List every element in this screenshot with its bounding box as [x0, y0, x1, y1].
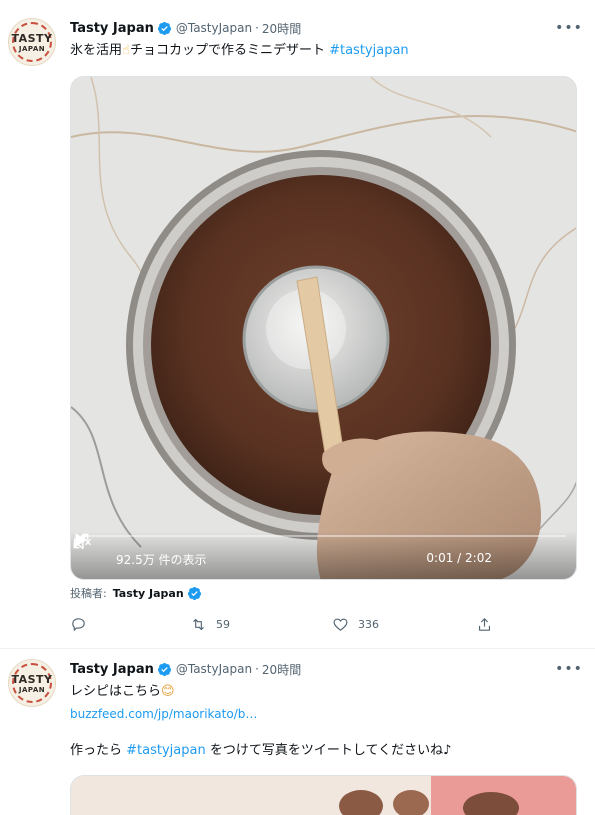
tweet-text-part: レシピはこちら: [70, 684, 162, 699]
like-count: 336: [358, 617, 379, 631]
verified-badge-icon: [157, 21, 171, 35]
video-player[interactable]: 92.5万 件の表示 0:01 / 2:02: [70, 76, 577, 580]
tweet-text-part: チョコカップで作るミニデザート: [129, 43, 325, 58]
hashtag-link[interactable]: #tastyjapan: [126, 743, 206, 758]
timestamp[interactable]: 20時間: [262, 661, 301, 678]
smiling-emoji: 😊: [161, 684, 175, 699]
tweet-text-part: をつけて写真をツイートしてくださいね♪: [209, 743, 452, 758]
tweet-text-part: 作ったら: [70, 743, 123, 758]
more-icon[interactable]: •••: [555, 18, 582, 38]
media-preview-image: [71, 776, 576, 815]
tweet-link-line: buzzfeed.com/jp/maorikato/b…: [70, 704, 257, 724]
video-frame: [71, 77, 576, 579]
share-button[interactable]: [476, 612, 502, 636]
view-count: 92.5万 件の表示: [116, 553, 207, 567]
video-controls: 92.5万 件の表示 0:01 / 2:02: [71, 531, 576, 579]
like-button[interactable]: 336: [332, 612, 379, 636]
handle[interactable]: @TastyJapan: [176, 21, 252, 35]
avatar[interactable]: TASTY JAPAN: [8, 18, 56, 66]
tweet-text: 氷を活用☝チョコカップで作るミニデザート #tastyjapan: [70, 41, 409, 61]
tweet-text-part: 氷を活用: [70, 43, 123, 58]
tweet-header: Tasty Japan @TastyJapan · 20時間: [70, 18, 301, 38]
verified-badge-icon: [157, 662, 171, 676]
video-time: 0:01 / 2:02: [426, 551, 492, 565]
display-name[interactable]: Tasty Japan: [70, 662, 154, 677]
hashtag-link[interactable]: #tastyjapan: [329, 43, 409, 58]
separator: ·: [255, 662, 259, 676]
tweet[interactable]: TASTY JAPAN Tasty Japan @TastyJapan · 20…: [0, 0, 595, 649]
more-icon[interactable]: •••: [555, 659, 582, 679]
pointing-up-emoji: ☝: [122, 43, 130, 58]
handle[interactable]: @TastyJapan: [176, 662, 252, 676]
like-icon: [333, 618, 348, 631]
display-name[interactable]: Tasty Japan: [70, 21, 154, 36]
tweet-text-line: レシピはこちら😊: [70, 682, 175, 702]
avatar[interactable]: TASTY JAPAN: [8, 659, 56, 707]
share-icon: [478, 617, 491, 631]
timestamp[interactable]: 20時間: [262, 20, 301, 37]
tweet-header: Tasty Japan @TastyJapan · 20時間: [70, 659, 301, 679]
byline-label: 投稿者:: [70, 587, 107, 600]
separator: ·: [255, 21, 259, 35]
fullscreen-icon[interactable]: [71, 531, 91, 551]
tweet-actions: 59 336: [70, 612, 510, 636]
avatar-logo-text: TASTY: [11, 32, 53, 45]
tweet-text-line: 作ったら #tastyjapan をつけて写真をツイートしてくださいね♪: [70, 741, 451, 761]
avatar-logo-text: TASTY: [11, 673, 53, 686]
avatar-logo-subtext: JAPAN: [18, 686, 46, 694]
reply-icon: [72, 617, 85, 631]
external-link[interactable]: buzzfeed.com/jp/maorikato/b…: [70, 707, 257, 721]
video-progress-bar[interactable]: [81, 535, 566, 537]
retweet-icon: [193, 618, 204, 630]
retweet-button[interactable]: 59: [190, 612, 230, 636]
byline-name[interactable]: Tasty Japan: [113, 587, 184, 600]
reply-button[interactable]: [70, 612, 96, 636]
video-byline: 投稿者: Tasty Japan: [70, 585, 206, 601]
verified-badge-icon: [187, 586, 201, 600]
avatar-logo-subtext: JAPAN: [18, 45, 46, 53]
media-preview[interactable]: [70, 775, 577, 815]
retweet-count: 59: [216, 617, 230, 631]
tweet[interactable]: TASTY JAPAN Tasty Japan @TastyJapan · 20…: [0, 649, 595, 815]
